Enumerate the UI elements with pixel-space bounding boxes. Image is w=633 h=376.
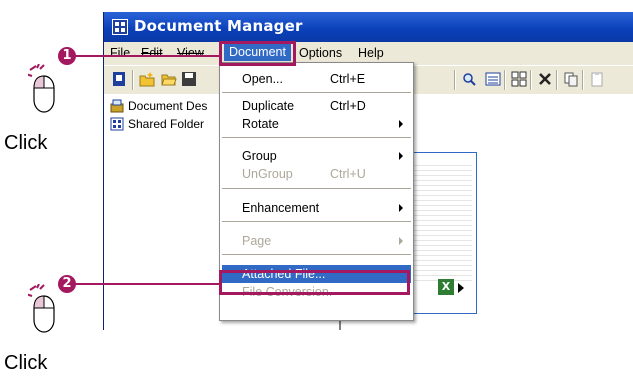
menu-view[interactable]: View: [177, 46, 204, 60]
window-title: Document Manager: [134, 17, 303, 35]
menu-item-label: Open...: [242, 72, 283, 86]
menu-options[interactable]: Options: [299, 46, 342, 60]
menu-edit[interactable]: Edit: [141, 46, 163, 60]
submenu-arrow-icon: [399, 204, 403, 212]
document-icon[interactable]: [110, 71, 128, 89]
save-icon[interactable]: [180, 71, 198, 89]
menu-item-label: Group: [242, 149, 277, 163]
menu-item-shortcut: Ctrl+U: [330, 167, 366, 181]
callout-line-step2: [72, 283, 220, 285]
menu-separator: [222, 221, 411, 222]
menu-item-enhancement[interactable]: Enhancement: [222, 199, 411, 217]
menu-help[interactable]: Help: [358, 46, 384, 60]
copy-icon[interactable]: [562, 71, 580, 89]
tree-item-label: Shared Folder: [128, 117, 205, 131]
menu-item-page[interactable]: Page: [222, 232, 411, 250]
mouse-click-icon: [28, 284, 55, 333]
menu-item-ungroup[interactable]: UnGroup Ctrl+U: [222, 165, 411, 183]
menu-file[interactable]: File: [110, 46, 130, 60]
menu-item-label: UnGroup: [242, 167, 293, 181]
menu-item-duplicate[interactable]: Duplicate Ctrl+D: [222, 97, 411, 115]
thumbnail-view-icon[interactable]: [510, 71, 528, 89]
shared-folder-icon: [110, 117, 124, 131]
list-view-icon[interactable]: [484, 71, 502, 89]
excel-attachment-icon[interactable]: X: [438, 279, 454, 295]
menu-item-label: Page: [242, 234, 272, 248]
menu-item-shortcut: Ctrl+D: [330, 99, 366, 113]
cabinet-icon: [110, 99, 124, 113]
paste-icon[interactable]: [588, 71, 606, 89]
toolbar-separator: [582, 70, 584, 90]
menu-item-group[interactable]: Group: [222, 147, 411, 165]
menu-item-rotate[interactable]: Rotate: [222, 115, 411, 133]
step-1-badge: 1: [58, 47, 76, 65]
menu-separator: [222, 188, 411, 189]
submenu-arrow-icon: [399, 237, 403, 245]
toolbar-separator: [556, 70, 558, 90]
menu-separator: [222, 92, 411, 93]
callout-line-step1: [72, 55, 220, 57]
submenu-arrow-icon: [399, 120, 403, 128]
menu-item-label: Duplicate: [242, 99, 295, 113]
tree-item-label: Document Des: [128, 99, 208, 113]
menu-item-label: Enhancement: [242, 201, 320, 215]
mouse-click-icon: [28, 64, 55, 113]
click-label-1: Click: [4, 132, 48, 154]
new-folder-icon[interactable]: [138, 71, 156, 89]
toolbar-separator: [504, 70, 506, 90]
zoom-icon[interactable]: [460, 71, 478, 89]
callout-highlight-document-menu: [219, 41, 296, 66]
delete-icon[interactable]: [536, 71, 554, 89]
app-icon: [112, 19, 128, 35]
menu-bar: File Edit View Document Options Help: [104, 42, 633, 64]
menu-separator: [222, 254, 411, 255]
menu-item-open[interactable]: Open... Ctrl+E: [222, 70, 411, 88]
toolbar-separator: [530, 70, 532, 90]
step-2-badge: 2: [58, 275, 76, 293]
menu-item-label: Rotate: [242, 117, 279, 131]
expand-arrow-icon[interactable]: [458, 283, 464, 293]
open-folder-icon[interactable]: [160, 71, 178, 89]
toolbar-separator: [454, 70, 456, 90]
click-label-2: Click: [4, 352, 48, 374]
menu-item-shortcut: Ctrl+E: [330, 72, 366, 86]
title-bar: Document Manager: [104, 12, 633, 42]
callout-highlight-attached-file: [219, 270, 410, 295]
submenu-arrow-icon: [399, 152, 403, 160]
toolbar-separator: [132, 70, 134, 90]
menu-separator: [222, 137, 411, 138]
